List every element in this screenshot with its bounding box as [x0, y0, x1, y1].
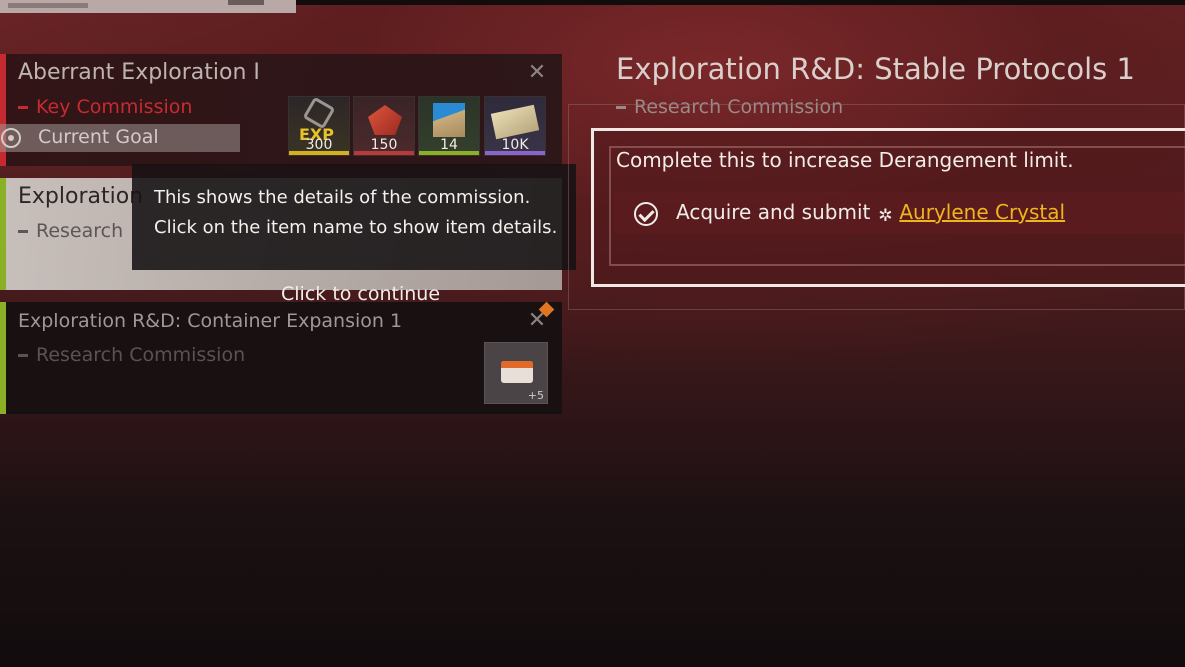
reward-exp[interactable]: EXP 300 — [288, 96, 350, 156]
tooltip-line-2: Click on the item name to show item deta… — [154, 217, 558, 238]
commission-card-aberrant[interactable]: Aberrant Exploration I Key Commission Cu… — [0, 54, 562, 166]
click-to-continue[interactable]: Click to continue — [281, 283, 440, 305]
rarity-bar — [289, 151, 349, 155]
check-circle-icon — [634, 202, 658, 226]
reward-toolbox[interactable]: +5 — [484, 342, 548, 404]
detail-title: Exploration R&D: Stable Protocols 1 — [616, 52, 1135, 86]
reward-envelope[interactable]: 10K — [484, 96, 546, 156]
tooltip-line-1: This shows the details of the commission… — [154, 187, 531, 208]
commission-category: Key Commission — [18, 96, 192, 118]
toolbox-icon — [501, 361, 533, 383]
research-commission-stripe — [0, 302, 6, 414]
reward-crystal[interactable]: 150 — [353, 96, 415, 156]
commission-title: Exploration — [18, 184, 144, 209]
rarity-bar — [485, 151, 545, 155]
target-icon — [1, 128, 21, 148]
commission-card-container-expansion[interactable]: Exploration R&D: Container Expansion 1 R… — [0, 301, 562, 414]
item-link-aurylene-crystal[interactable]: Aurylene Crystal — [899, 200, 1065, 224]
top-left-tab-text — [8, 3, 88, 8]
task-text: Acquire and submit ✲ Aurylene Crystal — [676, 200, 1065, 225]
research-commission-stripe — [0, 178, 6, 290]
commission-category: Research — [18, 220, 123, 242]
commission-title: Exploration R&D: Container Expansion 1 — [18, 310, 403, 332]
rarity-bar — [354, 151, 414, 155]
rarity-bar — [419, 151, 479, 155]
current-goal-badge: Current Goal — [0, 124, 240, 152]
reward-supply-box[interactable]: 14 — [418, 96, 480, 156]
top-left-tab[interactable] — [0, 0, 296, 13]
task-prefix: Acquire and submit — [676, 200, 871, 224]
reward-count: +5 — [527, 389, 544, 402]
envelope-icon — [490, 104, 540, 140]
supply-box-icon — [433, 103, 465, 137]
detail-description: Complete this to increase Derangement li… — [616, 148, 1074, 172]
tutorial-tooltip[interactable]: This shows the details of the commission… — [132, 164, 576, 270]
commission-title: Aberrant Exploration I — [18, 60, 260, 85]
commission-category: Research Commission — [18, 344, 245, 366]
crystal-icon — [368, 105, 402, 135]
cross-swords-icon[interactable]: ✕ — [526, 62, 548, 84]
current-goal-label: Current Goal — [38, 126, 159, 148]
top-left-tab-button[interactable] — [228, 0, 264, 5]
gear-icon: ✲ — [878, 206, 893, 226]
